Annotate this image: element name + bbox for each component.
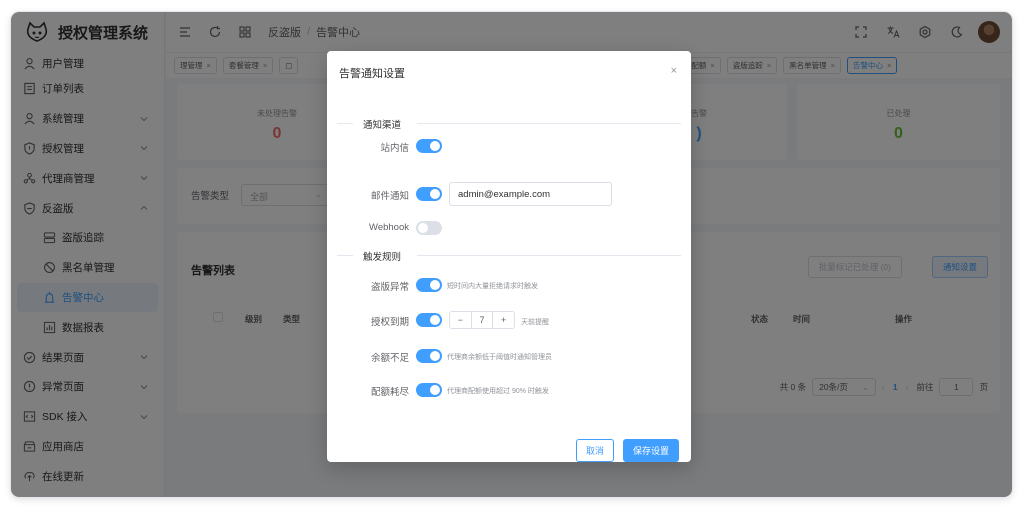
- toggle-knob: [430, 189, 440, 199]
- stepper-minus-button[interactable]: −: [450, 312, 471, 328]
- alert-notify-dialog: 告警通知设置 × 通知渠道 站内信 邮件通知 Webhook 触发规则 盗版异常…: [327, 51, 691, 462]
- toggle-knob: [430, 280, 440, 290]
- inapp-toggle[interactable]: [416, 139, 442, 153]
- stepper-value[interactable]: 7: [470, 312, 494, 328]
- email-toggle[interactable]: [416, 187, 442, 201]
- section-channels: 通知渠道: [337, 117, 681, 131]
- toggle-knob: [430, 385, 440, 395]
- section-label: 触发规则: [363, 252, 402, 263]
- divider: [417, 255, 681, 256]
- rule-expiry-toggle[interactable]: [416, 313, 442, 327]
- section-triggers: 触发规则: [337, 249, 681, 263]
- close-icon[interactable]: ×: [671, 65, 677, 77]
- stepper-plus-button[interactable]: +: [493, 312, 514, 328]
- toggle-knob: [430, 141, 440, 151]
- dialog-title: 告警通知设置: [339, 68, 405, 80]
- rule-expiry-hint: 天前提醒: [521, 319, 549, 326]
- app-window: 授权管理系统 用户管理 订单列表 系统管理 授权管理 代理商管理 反盗版: [11, 12, 1012, 497]
- rule-piracy-label: 盗版异常: [370, 282, 409, 293]
- cancel-button[interactable]: 取消: [576, 439, 615, 462]
- channel-inapp-label: 站内信: [380, 143, 409, 154]
- rule-piracy-hint: 短时间内大量拒绝请求时触发: [447, 283, 538, 290]
- toggle-knob: [418, 223, 428, 233]
- rule-quota-hint: 代理商配额使用超过 90% 时触发: [447, 388, 549, 395]
- webhook-toggle[interactable]: [416, 221, 442, 235]
- rule-balance-toggle[interactable]: [416, 349, 442, 363]
- email-field[interactable]: [449, 182, 612, 206]
- save-settings-button[interactable]: 保存设置: [623, 439, 680, 462]
- divider: [417, 123, 681, 124]
- channel-email-label: 邮件通知: [370, 191, 409, 202]
- rule-balance-hint: 代理商余额低于阈值时通知管理员: [447, 354, 552, 361]
- channel-webhook-label: Webhook: [369, 222, 409, 233]
- rule-expiry-label: 授权到期: [370, 317, 409, 328]
- divider: [337, 255, 353, 256]
- expiry-days-stepper[interactable]: − 7 +: [449, 311, 515, 329]
- divider: [337, 123, 353, 124]
- toggle-knob: [430, 351, 440, 361]
- rule-quota-label: 配额耗尽: [370, 387, 409, 398]
- rule-piracy-toggle[interactable]: [416, 278, 442, 292]
- section-label: 通知渠道: [363, 120, 402, 131]
- toggle-knob: [430, 315, 440, 325]
- rule-balance-label: 余额不足: [370, 353, 409, 364]
- rule-quota-toggle[interactable]: [416, 383, 442, 397]
